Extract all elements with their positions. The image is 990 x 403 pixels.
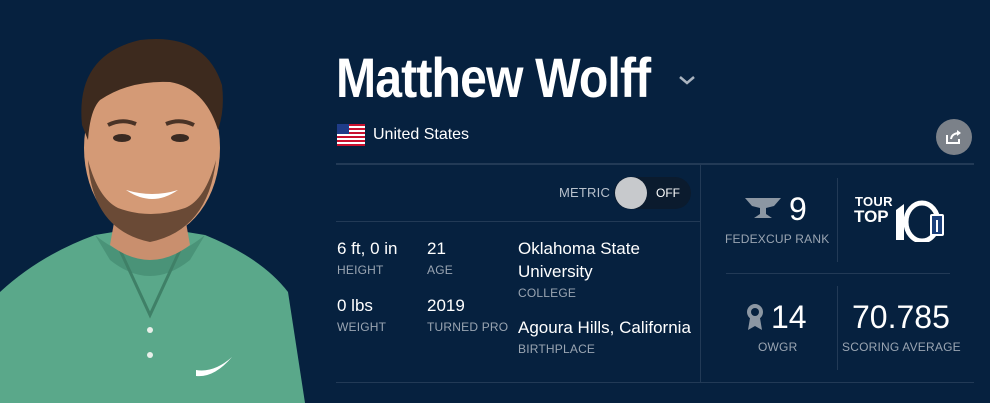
age-value: 21 — [427, 239, 446, 258]
age-label: AGE — [427, 263, 453, 277]
bottom-divider — [336, 382, 974, 383]
height-label: HEIGHT — [337, 263, 384, 277]
metric-toggle[interactable]: OFF — [614, 177, 691, 209]
player-name: Matthew Wolff — [336, 46, 651, 109]
rankings-divider — [726, 273, 950, 274]
bio-header-divider — [336, 221, 700, 222]
vertical-divider-main — [700, 165, 701, 382]
college-value-line1: Oklahoma State — [518, 239, 640, 258]
trophy-icon — [745, 198, 781, 218]
vertical-divider-top — [837, 178, 838, 262]
birthplace-label: BIRTHPLACE — [518, 342, 596, 356]
height-value: 6 ft, 0 in — [337, 239, 398, 258]
share-button[interactable] — [936, 119, 972, 155]
scoring-average-label[interactable]: SCORING AVERAGE — [842, 340, 961, 354]
tour-top10-line2: TOP — [854, 207, 889, 226]
us-flag-icon — [337, 124, 365, 146]
toggle-knob — [615, 177, 647, 209]
country-name: United States — [373, 126, 470, 143]
weight-label: WEIGHT — [337, 320, 387, 334]
toggle-state: OFF — [656, 186, 680, 200]
scoring-average-value: 70.785 — [852, 299, 950, 335]
player-name-row[interactable]: Matthew Wolff — [336, 44, 701, 106]
turned-pro-value: 2019 — [427, 296, 465, 315]
top10-graphic-icon — [896, 200, 944, 242]
owgr-label[interactable]: OWGR — [758, 340, 797, 354]
weight-value: 0 lbs — [337, 296, 373, 315]
ribbon-award-icon — [747, 304, 763, 330]
chevron-down-icon[interactable] — [678, 74, 696, 86]
fedexcup-rank-value: 9 — [789, 191, 807, 227]
top-divider — [336, 163, 974, 165]
vertical-divider-bottom — [837, 286, 838, 370]
tour-top10-logo[interactable]: TOUR TOP — [854, 194, 946, 242]
fedexcup-rank-label[interactable]: FEDEXCUP RANK — [725, 232, 829, 246]
birthplace-value: Agoura Hills, California — [518, 318, 691, 337]
college-value-line2: University — [518, 262, 593, 281]
country-row: United States — [337, 124, 469, 146]
college-label: COLLEGE — [518, 286, 577, 300]
share-icon — [946, 130, 961, 144]
turned-pro-label: TURNED PRO — [427, 320, 509, 334]
player-photo — [0, 38, 305, 403]
owgr-value: 14 — [771, 299, 807, 335]
metric-label: METRIC — [559, 185, 611, 200]
